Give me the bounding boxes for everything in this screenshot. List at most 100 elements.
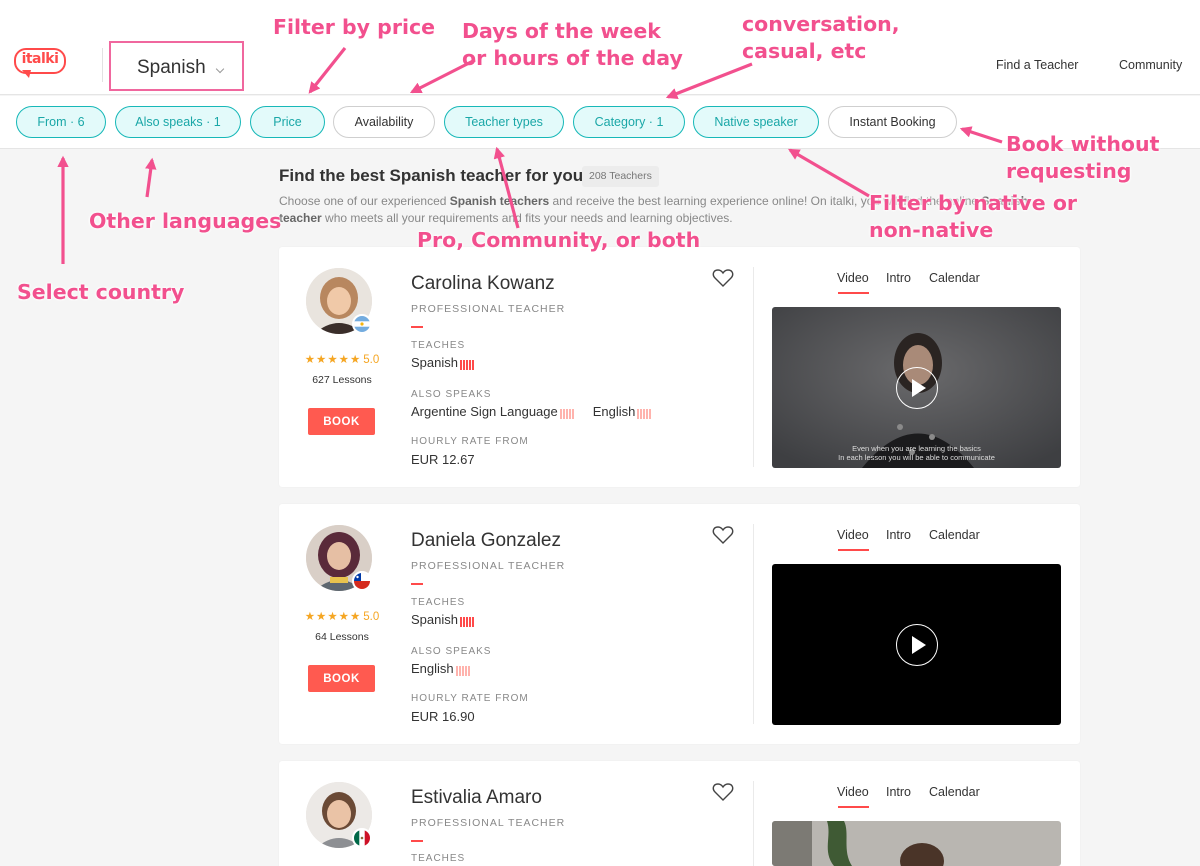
tab-calendar[interactable]: Calendar — [929, 528, 980, 542]
book-button[interactable]: BOOK — [308, 408, 375, 435]
tab-calendar[interactable]: Calendar — [929, 785, 980, 799]
teaches-label: TEACHES — [411, 340, 466, 351]
italki-logo[interactable]: italki — [14, 48, 68, 80]
nav-community[interactable]: Community — [1119, 58, 1182, 72]
also-speaks-value: Argentine Sign Language English — [411, 404, 652, 420]
also-speaks-label: ALSO SPEAKS — [411, 389, 492, 400]
stars-icon: ★★★★★ — [304, 354, 362, 366]
teacher-card: ★★★★★ 5.0 64 Lessons BOOK Daniela Gonzale… — [279, 504, 1080, 744]
card-divider — [753, 267, 754, 467]
teacher-role: PROFESSIONAL TEACHER — [411, 817, 566, 829]
teacher-card: Estivalia Amaro PROFESSIONAL TEACHER TEA… — [279, 761, 1080, 866]
annotation-conversation: conversation, — [742, 12, 900, 36]
flag-mexico-icon — [352, 828, 372, 848]
level-bars-icon — [637, 405, 652, 420]
filter-category[interactable]: Category · 1 — [573, 106, 685, 138]
annotation-conversation: casual, etc — [742, 39, 867, 63]
card-divider — [753, 524, 754, 724]
heart-icon[interactable] — [712, 268, 734, 288]
logo-tail — [22, 70, 31, 78]
annotation-days: Days of the week — [462, 19, 661, 43]
teaches-label: TEACHES — [411, 597, 466, 608]
rating-score: 5.0 — [363, 611, 380, 623]
level-bars-icon — [455, 662, 471, 677]
teaches-label: TEACHES — [411, 853, 466, 864]
teacher-count-badge: 208 Teachers — [582, 166, 659, 187]
teacher-name[interactable]: Estivalia Amaro — [411, 787, 542, 809]
intro-bold-1: Spanish teachers — [449, 194, 550, 208]
star-rating: ★★★★★ 5.0 — [297, 352, 387, 366]
rating-score: 5.0 — [363, 354, 380, 366]
book-button[interactable]: BOOK — [308, 665, 375, 692]
intro-video[interactable]: Even when you are learning the basics In… — [772, 307, 1061, 468]
tab-underline — [838, 806, 869, 808]
logo-text: italki — [21, 51, 59, 67]
page-title: Find the best Spanish teacher for you. — [279, 166, 588, 185]
arrow-icon — [145, 157, 157, 198]
level-bars-icon — [559, 405, 575, 420]
teacher-name[interactable]: Daniela Gonzalez — [411, 530, 561, 552]
card-divider — [753, 781, 754, 866]
tab-calendar[interactable]: Calendar — [929, 271, 980, 285]
play-icon[interactable] — [896, 367, 938, 409]
lesson-count: 64 Lessons — [315, 631, 369, 643]
filter-native-speaker[interactable]: Native speaker — [693, 106, 819, 138]
tab-intro[interactable]: Intro — [886, 785, 911, 799]
filter-availability[interactable]: Availability — [333, 106, 435, 138]
tab-underline — [838, 549, 869, 551]
tab-intro[interactable]: Intro — [886, 528, 911, 542]
also-speaks-value: English — [411, 661, 471, 677]
annotation-filter-price: Filter by price — [273, 15, 436, 39]
teacher-name[interactable]: Carolina Kowanz — [411, 273, 555, 295]
filter-from[interactable]: From · 6 — [16, 106, 106, 138]
lesson-count: 627 Lessons — [312, 374, 372, 386]
tab-video[interactable]: Video — [837, 785, 869, 799]
annotation-days: or hours of the day — [462, 46, 683, 70]
filter-instant-booking[interactable]: Instant Booking — [828, 106, 957, 138]
level-bars-icon — [459, 356, 475, 371]
hourly-rate: EUR 16.90 — [411, 709, 475, 724]
flag-chile-icon — [352, 571, 372, 591]
annotation-other-languages: Other languages — [89, 209, 282, 233]
tab-video[interactable]: Video — [837, 271, 869, 285]
intro-video[interactable] — [772, 821, 1061, 866]
annotation-select-country: Select country — [17, 280, 185, 304]
divider-accent — [411, 326, 423, 328]
chevron-down-icon — [215, 64, 225, 74]
annotation-book-without: requesting — [1006, 159, 1132, 183]
intro-video[interactable] — [772, 564, 1061, 725]
language-select-label: Spanish — [137, 57, 206, 78]
annotation-native: non-native — [869, 218, 994, 242]
arrow-icon — [788, 148, 870, 198]
teaches-value: Spanish — [411, 612, 475, 628]
tab-video[interactable]: Video — [837, 528, 869, 542]
tab-intro[interactable]: Intro — [886, 271, 911, 285]
tab-underline — [838, 292, 869, 294]
header-divider — [102, 48, 103, 82]
nav-find-teacher[interactable]: Find a Teacher — [996, 58, 1078, 72]
filter-also-speaks[interactable]: Also speaks · 1 — [115, 106, 241, 138]
stars-icon: ★★★★★ — [304, 611, 362, 623]
divider-accent — [411, 583, 423, 585]
heart-icon[interactable] — [712, 525, 734, 545]
divider-accent — [411, 840, 423, 842]
star-rating: ★★★★★ 5.0 — [297, 609, 387, 623]
video-caption: In each lesson you will be able to commu… — [838, 453, 995, 462]
teacher-role: PROFESSIONAL TEACHER — [411, 303, 566, 315]
annotation-pro-community: Pro, Community, or both — [417, 228, 701, 252]
flag-argentina-icon — [352, 314, 372, 334]
play-icon[interactable] — [896, 624, 938, 666]
heart-icon[interactable] — [712, 782, 734, 802]
teacher-card: ★★★★★ 5.0 627 Lessons BOOK Carolina Kowan… — [279, 247, 1080, 487]
filter-price[interactable]: Price — [250, 106, 325, 138]
level-bars-icon — [459, 613, 475, 628]
teaches-value: Spanish — [411, 355, 475, 371]
annotation-book-without: Book without — [1006, 132, 1160, 156]
teacher-role: PROFESSIONAL TEACHER — [411, 560, 566, 572]
filter-teacher-types[interactable]: Teacher types — [444, 106, 564, 138]
language-select[interactable]: Spanish — [109, 41, 244, 91]
video-caption: Even when you are learning the basics — [852, 444, 981, 453]
rate-label: HOURLY RATE FROM — [411, 693, 529, 704]
also-speaks-label: ALSO SPEAKS — [411, 646, 492, 657]
annotation-native: Filter by native or — [869, 191, 1078, 215]
